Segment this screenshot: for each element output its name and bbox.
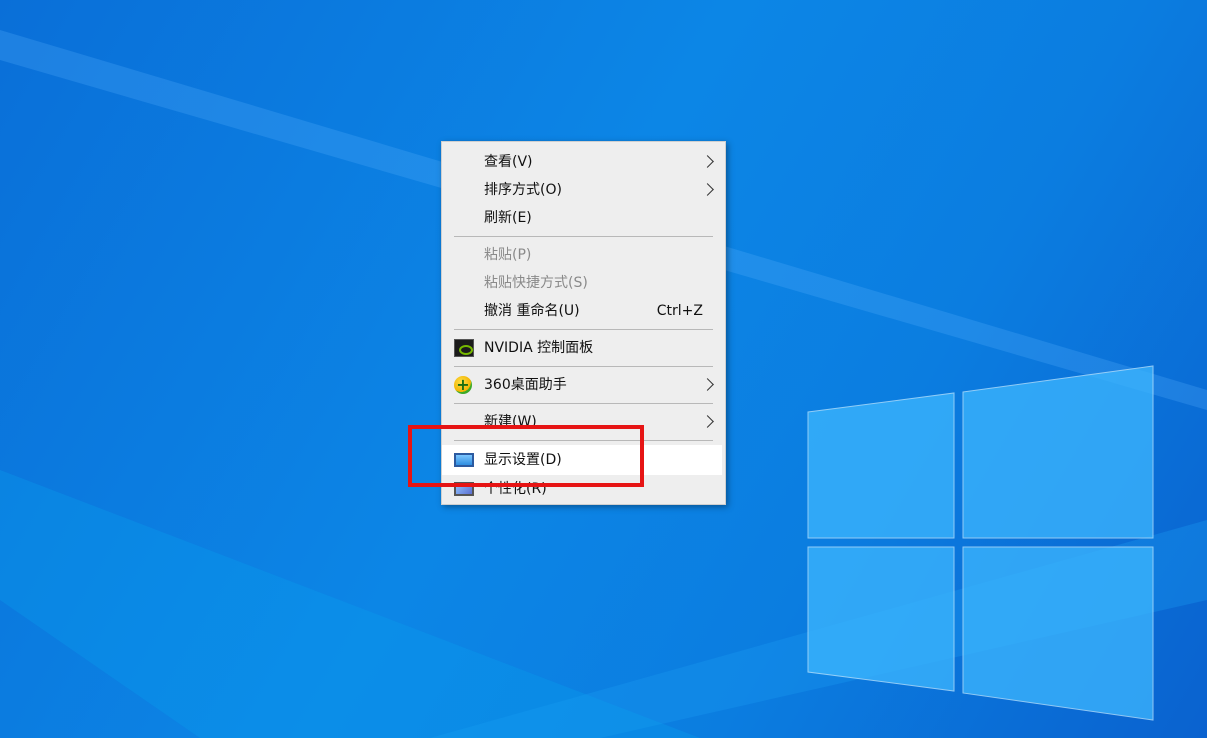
menu-separator <box>454 329 713 330</box>
menu-item-label: 查看(V) <box>484 154 533 170</box>
menu-item-refresh[interactable]: 刷新(E) <box>442 204 725 232</box>
menu-item-label: 粘贴快捷方式(S) <box>484 275 588 291</box>
menu-item-sort-by[interactable]: 排序方式(O) <box>442 176 725 204</box>
menu-item-paste-shortcut[interactable]: 粘贴快捷方式(S) <box>442 269 725 297</box>
menu-item-label: NVIDIA 控制面板 <box>484 340 594 356</box>
chevron-right-icon <box>703 176 713 204</box>
menu-separator <box>454 403 713 404</box>
chevron-right-icon <box>703 148 713 176</box>
menu-item-undo-rename[interactable]: 撤消 重命名(U) Ctrl+Z <box>442 297 725 325</box>
menu-item-360-assistant[interactable]: 360桌面助手 <box>442 371 725 399</box>
menu-item-nvidia-control-panel[interactable]: NVIDIA 控制面板 <box>442 334 725 362</box>
annotation-highlight-box <box>408 425 644 487</box>
menu-item-label: 粘贴(P) <box>484 247 532 263</box>
menu-item-view[interactable]: 查看(V) <box>442 148 725 176</box>
menu-separator <box>454 236 713 237</box>
chevron-right-icon <box>703 408 713 436</box>
menu-item-label: 撤消 重命名(U) <box>484 303 580 319</box>
shortcut-text: Ctrl+Z <box>656 303 703 319</box>
nvidia-icon <box>454 339 474 357</box>
menu-item-label: 排序方式(O) <box>484 182 562 198</box>
menu-item-label: 刷新(E) <box>484 210 532 226</box>
menu-separator <box>454 366 713 367</box>
360-assistant-icon <box>454 376 472 394</box>
menu-item-label: 360桌面助手 <box>484 377 567 393</box>
chevron-right-icon <box>703 371 713 399</box>
menu-item-paste[interactable]: 粘贴(P) <box>442 241 725 269</box>
